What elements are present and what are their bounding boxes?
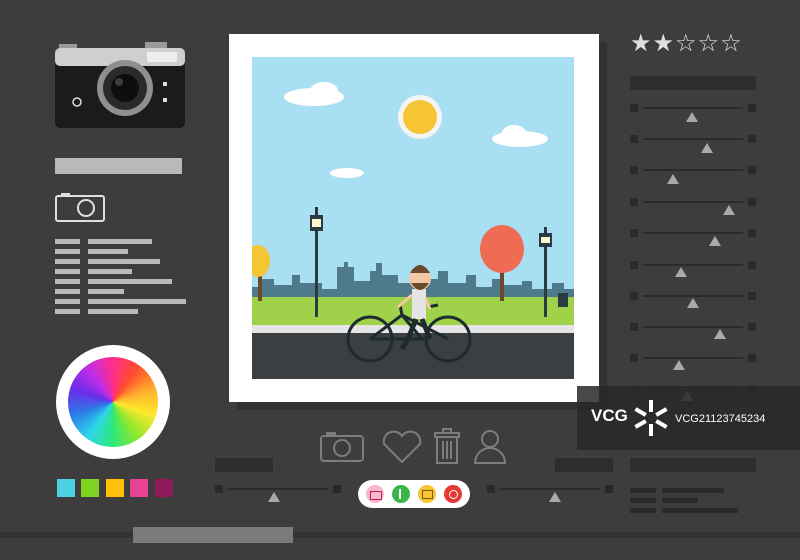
slider-handle[interactable] xyxy=(723,205,735,215)
right-lower-header xyxy=(630,458,756,472)
star-icon[interactable]: ★ xyxy=(653,30,675,56)
slider-handle[interactable] xyxy=(701,143,713,153)
star-outline-icon[interactable]: ☆ xyxy=(720,30,742,56)
photo-frame xyxy=(229,34,599,402)
star-outline-icon[interactable]: ☆ xyxy=(698,30,720,56)
swatch-plum[interactable] xyxy=(155,479,173,497)
slider-handle[interactable] xyxy=(675,267,687,277)
right-bottom-header xyxy=(555,458,613,472)
swatch-cyan[interactable] xyxy=(57,479,75,497)
swatch-green[interactable] xyxy=(81,479,99,497)
slider-handle[interactable] xyxy=(667,174,679,184)
bottom-left-slider-handle[interactable] xyxy=(268,492,280,502)
slider-handle[interactable] xyxy=(714,329,726,339)
slider-handle[interactable] xyxy=(687,298,699,308)
color-wheel[interactable] xyxy=(56,345,170,459)
swatch-yellow[interactable] xyxy=(106,479,124,497)
watermark-overlay: VCG VCG21123745234 xyxy=(577,386,800,450)
flag-action-icon[interactable] xyxy=(392,485,410,503)
toolbar-camera-icon[interactable] xyxy=(320,430,364,462)
watermark-logo-icon xyxy=(634,400,668,436)
trash-icon[interactable] xyxy=(434,428,460,464)
star-outline-icon[interactable]: ☆ xyxy=(675,30,697,56)
slider-handle[interactable] xyxy=(709,236,721,246)
user-icon[interactable] xyxy=(472,428,508,464)
photo-illustration xyxy=(252,57,574,379)
bottom-strip xyxy=(0,532,800,538)
star-icon[interactable]: ★ xyxy=(630,30,652,56)
bottom-scrollbar[interactable] xyxy=(133,527,293,543)
camera-action-icon[interactable] xyxy=(366,485,384,503)
camera-name-bar xyxy=(55,158,182,174)
video-action-icon[interactable] xyxy=(444,485,462,503)
left-bottom-header xyxy=(215,458,273,472)
heart-icon[interactable] xyxy=(380,430,424,464)
watermark-logo: VCG xyxy=(591,406,628,425)
rating-stars: ★ ★ ☆ ☆ ☆ xyxy=(630,30,742,56)
bottom-right-slider-handle[interactable] xyxy=(549,492,561,502)
quick-actions-pill xyxy=(358,480,470,508)
swatch-pink[interactable] xyxy=(130,479,148,497)
watermark-id: VCG21123745234 xyxy=(675,413,766,425)
retro-camera-image xyxy=(55,42,185,128)
slider-handle[interactable] xyxy=(686,112,698,122)
slider-handle[interactable] xyxy=(673,360,685,370)
right-panel-header xyxy=(630,76,756,90)
small-camera-icon[interactable] xyxy=(55,192,105,222)
photo-editor-screen: { "rating": { "stars": ["★","★","☆","☆",… xyxy=(0,0,800,560)
photo-action-icon[interactable] xyxy=(418,485,436,503)
